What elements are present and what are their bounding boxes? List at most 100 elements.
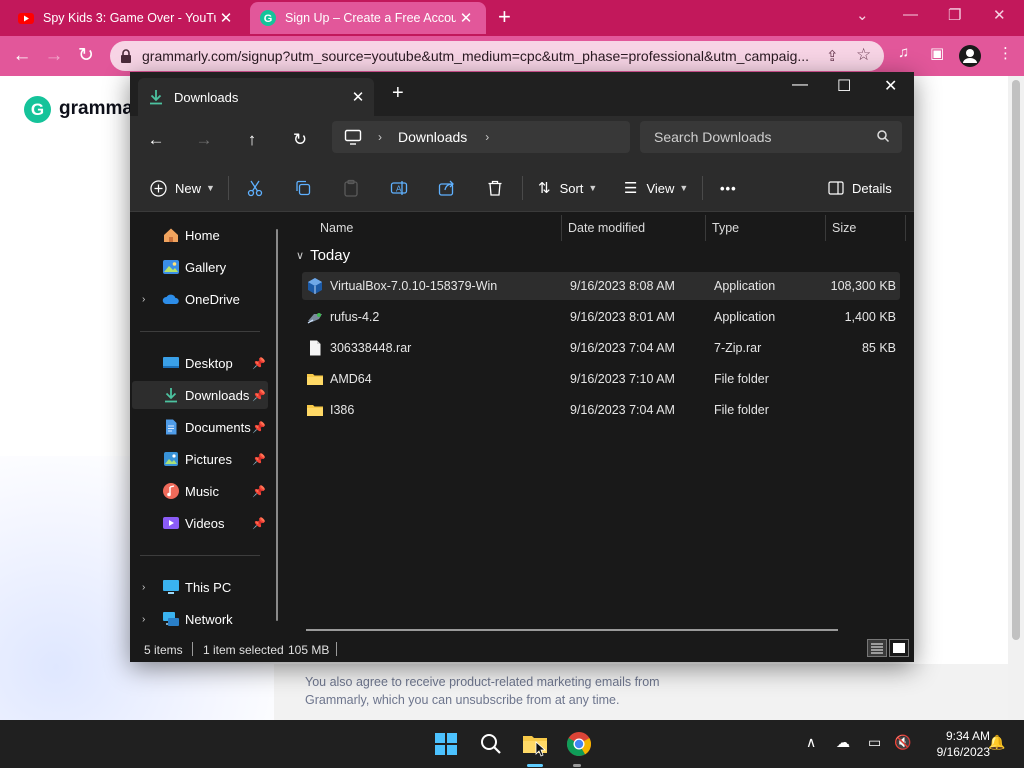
column-header-type[interactable]: Type (712, 213, 739, 243)
refresh-button[interactable]: ↻ (286, 126, 314, 154)
notification-bell-icon[interactable]: 🔔 (988, 734, 1005, 751)
file-type: Application (714, 310, 776, 324)
nav-item-network[interactable]: › Network (132, 605, 268, 633)
share-icon[interactable]: ⇪ (826, 47, 839, 65)
scrollbar-thumb[interactable] (1012, 80, 1020, 640)
tab-search-icon[interactable]: ⌄ (856, 6, 869, 24)
paste-icon (344, 179, 358, 197)
close-window-icon[interactable]: ✕ (993, 6, 1006, 24)
pin-icon[interactable]: 📌 (252, 453, 266, 466)
file-row[interactable]: 306338448.rar 9/16/2023 7:04 AM 7-Zip.ra… (302, 334, 900, 362)
forward-button[interactable]: → (190, 126, 218, 154)
explorer-tab-downloads[interactable]: Downloads ✕ (138, 78, 374, 116)
column-header-date[interactable]: Date modified (568, 213, 645, 243)
details-view-icon[interactable] (867, 639, 887, 657)
chrome-icon[interactable] (565, 730, 593, 758)
column-divider[interactable] (561, 215, 562, 241)
copy-button[interactable] (294, 176, 312, 200)
nav-item-documents[interactable]: Documents 📌 (132, 413, 268, 441)
pin-icon[interactable]: 📌 (252, 485, 266, 498)
column-divider[interactable] (705, 215, 706, 241)
close-tab-icon[interactable]: ✕ (216, 9, 236, 27)
address-bar[interactable]: grammarly.com/signup?utm_source=youtube&… (110, 41, 884, 71)
file-row[interactable]: VirtualBox-7.0.10-158379-Win 9/16/2023 8… (302, 272, 900, 300)
maximize-icon[interactable]: ☐ (837, 76, 851, 96)
close-window-icon[interactable]: ✕ (884, 76, 897, 96)
forward-button[interactable]: → (42, 44, 66, 68)
column-divider[interactable] (905, 215, 906, 241)
share-button[interactable] (438, 176, 456, 200)
search-input[interactable]: Search Downloads (640, 121, 902, 153)
minimize-icon[interactable]: — (903, 6, 918, 23)
cut-button[interactable] (246, 176, 264, 200)
delete-button[interactable] (486, 176, 504, 200)
file-explorer-icon[interactable] (521, 730, 549, 758)
new-tab-button[interactable]: + (498, 6, 511, 28)
onedrive-status-icon[interactable]: ☁ (836, 734, 850, 751)
nav-item-this-pc[interactable]: › This PC (132, 573, 268, 601)
up-button[interactable]: ↑ (238, 126, 266, 154)
media-controls-icon[interactable]: ♫ (898, 44, 909, 61)
rename-button[interactable]: A (390, 176, 408, 200)
nav-item-pictures[interactable]: Pictures 📌 (132, 445, 268, 473)
display-icon[interactable]: ▭ (868, 734, 881, 751)
volume-muted-icon[interactable]: 🔇 (894, 734, 911, 751)
minimize-icon[interactable]: — (792, 76, 808, 94)
clock[interactable]: 9:34 AM 9/16/2023 (918, 728, 990, 760)
chrome-menu-icon[interactable]: ⋮ (998, 44, 1013, 62)
close-tab-icon[interactable]: ✕ (342, 88, 374, 106)
side-panel-icon[interactable]: ▣ (930, 44, 944, 62)
nav-item-music[interactable]: Music 📌 (132, 477, 268, 505)
page-scrollbar[interactable] (1008, 76, 1024, 720)
expand-chevron-icon[interactable]: › (142, 294, 145, 305)
gallery-icon (163, 260, 179, 274)
file-row[interactable]: AMD64 9/16/2023 7:10 AM File folder (302, 365, 900, 393)
sort-button[interactable]: ⇅ Sort ▼ (538, 176, 597, 200)
nav-item-home[interactable]: Home (132, 221, 268, 249)
folder-icon (307, 374, 323, 385)
nav-item-gallery[interactable]: Gallery (132, 253, 268, 281)
breadcrumb-item-downloads[interactable]: Downloads (398, 129, 467, 145)
column-header-name[interactable]: Name (320, 213, 353, 243)
tab-youtube[interactable]: Spy Kids 3: Game Over - YouTube ✕ (8, 2, 246, 34)
file-name: rufus-4.2 (330, 310, 380, 324)
pin-icon[interactable]: 📌 (252, 389, 266, 402)
pin-icon[interactable]: 📌 (252, 357, 266, 370)
reload-button[interactable]: ↻ (74, 44, 98, 68)
more-options-button[interactable]: ••• (720, 176, 737, 200)
tiles-view-icon[interactable] (889, 639, 909, 657)
column-header-size[interactable]: Size (832, 213, 856, 243)
file-row[interactable]: rufus-4.2 9/16/2023 8:01 AM Application … (302, 303, 900, 331)
profile-avatar-icon[interactable] (958, 44, 982, 68)
file-row[interactable]: I386 9/16/2023 7:04 AM File folder (302, 396, 900, 424)
search-icon[interactable] (477, 730, 505, 758)
expand-chevron-icon[interactable]: › (142, 582, 145, 593)
nav-item-downloads[interactable]: Downloads 📌 (132, 381, 268, 409)
nav-scrollbar[interactable] (276, 229, 278, 621)
close-tab-icon[interactable]: ✕ (456, 9, 476, 27)
back-button[interactable]: ← (10, 44, 34, 68)
back-button[interactable]: ← (142, 126, 170, 154)
expand-chevron-icon[interactable]: › (142, 614, 145, 625)
view-button[interactable]: ☰ View ▼ (624, 176, 688, 200)
bookmark-star-icon[interactable]: ☆ (856, 45, 871, 65)
paste-button[interactable] (342, 176, 360, 200)
file-date: 9/16/2023 7:10 AM (570, 372, 675, 386)
nav-item-onedrive[interactable]: › OneDrive (132, 285, 268, 313)
new-explorer-tab-button[interactable]: + (392, 82, 404, 105)
restore-icon[interactable]: ❐ (948, 6, 961, 24)
tab-grammarly[interactable]: G Sign Up – Create a Free Account ✕ (250, 2, 486, 34)
nav-item-desktop[interactable]: Desktop 📌 (132, 349, 268, 377)
details-button[interactable]: Details (828, 176, 892, 200)
horizontal-scrollbar[interactable] (306, 629, 838, 631)
breadcrumb-chevron-icon[interactable]: › (485, 130, 489, 144)
pin-icon[interactable]: 📌 (252, 421, 266, 434)
new-button[interactable]: New ▼ (150, 176, 215, 200)
pin-icon[interactable]: 📌 (252, 517, 266, 530)
windows-start-icon[interactable] (432, 730, 460, 758)
nav-item-videos[interactable]: Videos 📌 (132, 509, 268, 537)
group-header-today[interactable]: ∨ Today (296, 247, 350, 264)
column-divider[interactable] (825, 215, 826, 241)
breadcrumb[interactable]: › Downloads › (332, 121, 630, 153)
show-hidden-icons-icon[interactable]: ∧ (806, 734, 816, 751)
